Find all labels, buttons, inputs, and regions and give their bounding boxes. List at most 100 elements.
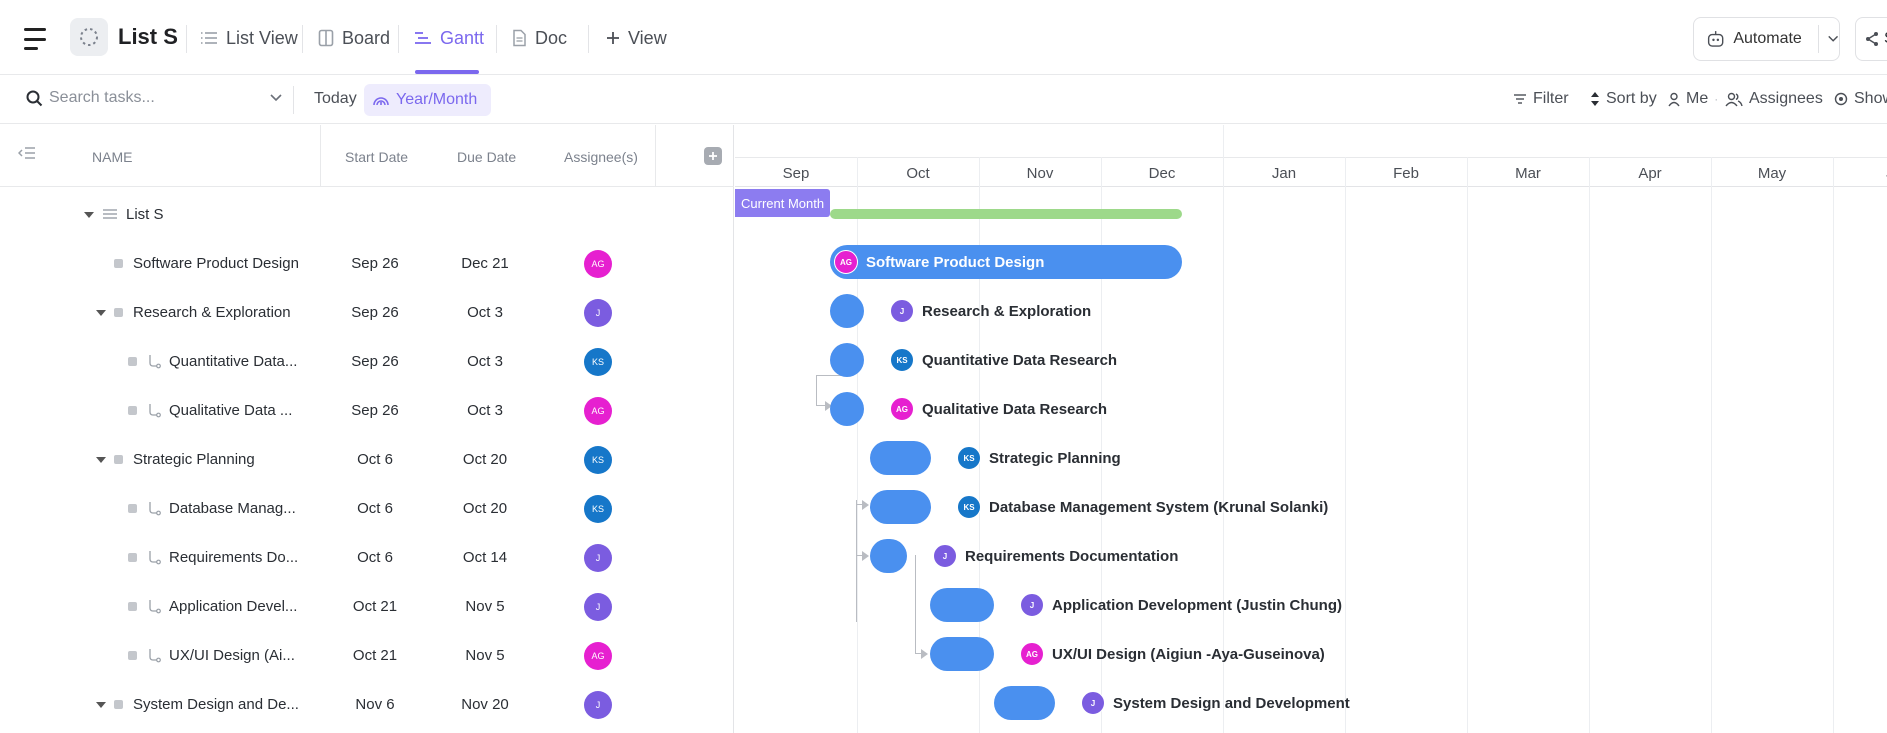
filter-button[interactable]: Filter (1513, 90, 1569, 108)
assignee-cell[interactable]: AG (584, 631, 612, 680)
chevron-down-icon[interactable] (1827, 34, 1839, 44)
task-name[interactable]: UX/UI Design (Ai... (169, 647, 295, 664)
avatar[interactable]: AG (584, 249, 612, 278)
task-name[interactable]: Requirements Do... (169, 549, 298, 566)
avatar[interactable]: J (933, 544, 957, 568)
table-row[interactable]: Requirements Do... Oct 6 Oct 14 J (0, 533, 734, 582)
status-square-icon[interactable] (128, 651, 137, 660)
add-column-button[interactable] (704, 147, 722, 165)
avatar[interactable]: J (584, 543, 612, 572)
status-square-icon[interactable] (128, 553, 137, 562)
avatar[interactable]: KS (957, 495, 981, 519)
column-header-assignees[interactable]: Assignee(s) (564, 149, 638, 165)
table-row[interactable]: System Design and De... Nov 6 Nov 20 J (0, 680, 734, 729)
gantt-bar[interactable] (930, 588, 994, 622)
assignees-button[interactable]: Assignees (1725, 90, 1823, 108)
column-header-due-date[interactable]: Due Date (457, 149, 516, 165)
status-square-icon[interactable] (128, 357, 137, 366)
start-date-cell[interactable]: Oct 21 (320, 582, 430, 631)
task-name[interactable]: Database Manag... (169, 500, 296, 517)
avatar[interactable]: KS (584, 347, 612, 376)
avatar[interactable]: AG (584, 641, 612, 670)
tab-board[interactable]: Board (318, 24, 390, 52)
list-status-icon[interactable] (70, 18, 108, 56)
avatar[interactable]: J (890, 299, 914, 323)
assignee-cell[interactable]: KS (584, 435, 612, 484)
table-row[interactable]: Software Product Design Sep 26 Dec 21 AG (0, 239, 734, 288)
task-name[interactable]: Research & Exploration (133, 304, 291, 321)
due-date-cell[interactable]: Oct 3 (430, 386, 540, 435)
avatar[interactable]: AG (584, 396, 612, 425)
start-date-cell[interactable]: Sep 26 (320, 386, 430, 435)
caret-down-icon[interactable] (84, 211, 94, 218)
status-square-icon[interactable] (114, 259, 123, 268)
menu-icon[interactable] (24, 28, 48, 50)
assignee-cell[interactable]: KS (584, 484, 612, 533)
avatar[interactable]: J (584, 298, 612, 327)
due-date-cell[interactable]: Oct 3 (430, 337, 540, 386)
chevron-down-icon[interactable] (269, 93, 283, 103)
assignee-cell[interactable]: AG (584, 386, 612, 435)
due-date-cell[interactable]: Dec 21 (430, 239, 540, 288)
due-date-cell[interactable]: Oct 14 (430, 533, 540, 582)
task-name[interactable]: Quantitative Data... (169, 353, 297, 370)
table-row[interactable]: Qualitative Data ... Sep 26 Oct 3 AG (0, 386, 734, 435)
assignee-cell[interactable]: J (584, 582, 612, 631)
avatar[interactable]: J (584, 690, 612, 719)
tab-doc[interactable]: Doc (512, 24, 567, 52)
task-name[interactable]: Qualitative Data ... (169, 402, 292, 419)
me-filter-button[interactable]: Me · (1668, 90, 1718, 108)
due-date-cell[interactable]: Oct 20 (430, 435, 540, 484)
avatar[interactable]: AG (834, 250, 858, 274)
avatar[interactable]: J (1020, 593, 1044, 617)
status-square-icon[interactable] (114, 700, 123, 709)
search-box[interactable] (26, 89, 283, 107)
avatar[interactable]: KS (584, 445, 612, 474)
avatar[interactable]: KS (957, 446, 981, 470)
show-button[interactable]: Show (1834, 90, 1887, 108)
gantt-bar[interactable] (870, 441, 931, 475)
assignee-cell[interactable]: J (584, 288, 612, 337)
start-date-cell[interactable]: Nov 6 (320, 680, 430, 729)
task-name[interactable]: System Design and De... (133, 696, 299, 713)
due-date-cell[interactable]: Nov 20 (430, 680, 540, 729)
tab-list-view[interactable]: List View (200, 24, 298, 52)
start-date-cell[interactable]: Oct 6 (320, 484, 430, 533)
caret-down-icon[interactable] (96, 701, 106, 708)
year-month-button[interactable]: Year/Month (364, 84, 492, 116)
avatar[interactable]: KS (890, 348, 914, 372)
search-input[interactable] (49, 89, 249, 107)
table-row[interactable]: Quantitative Data... Sep 26 Oct 3 KS (0, 337, 734, 386)
task-name[interactable]: Application Devel... (169, 598, 297, 615)
column-header-name[interactable]: NAME (92, 149, 132, 165)
start-date-cell[interactable]: Sep 26 (320, 239, 430, 288)
assignee-cell[interactable]: AG (584, 239, 612, 288)
group-summary-bar[interactable] (830, 209, 1182, 219)
group-row[interactable]: List S (0, 190, 734, 239)
due-date-cell[interactable]: Nov 5 (430, 582, 540, 631)
gantt-bar[interactable] (830, 392, 864, 426)
gantt-bar[interactable]: AG Software Product Design (830, 245, 1182, 279)
status-square-icon[interactable] (114, 455, 123, 464)
table-row[interactable]: UX/UI Design (Ai... Oct 21 Nov 5 AG (0, 631, 734, 680)
gantt-bar[interactable] (870, 490, 931, 524)
due-date-cell[interactable]: Oct 20 (430, 484, 540, 533)
start-date-cell[interactable]: Oct 6 (320, 435, 430, 484)
due-date-cell[interactable]: Oct 3 (430, 288, 540, 337)
due-date-cell[interactable]: Nov 5 (430, 631, 540, 680)
sort-by-button[interactable]: Sort by (1590, 90, 1657, 108)
start-date-cell[interactable]: Sep 26 (320, 337, 430, 386)
avatar[interactable]: AG (890, 397, 914, 421)
avatar[interactable]: KS (584, 494, 612, 523)
gantt-bar[interactable] (830, 343, 864, 377)
status-square-icon[interactable] (128, 504, 137, 513)
gantt-bar[interactable] (930, 637, 994, 671)
start-date-cell[interactable]: Sep 26 (320, 288, 430, 337)
task-name[interactable]: Software Product Design (133, 255, 299, 272)
tab-gantt[interactable]: Gantt (414, 24, 484, 52)
status-square-icon[interactable] (128, 406, 137, 415)
table-row[interactable]: Database Manag... Oct 6 Oct 20 KS (0, 484, 734, 533)
automate-button[interactable]: Automate (1693, 17, 1840, 61)
gantt-bar[interactable] (994, 686, 1055, 720)
gantt-bar[interactable] (870, 539, 907, 573)
